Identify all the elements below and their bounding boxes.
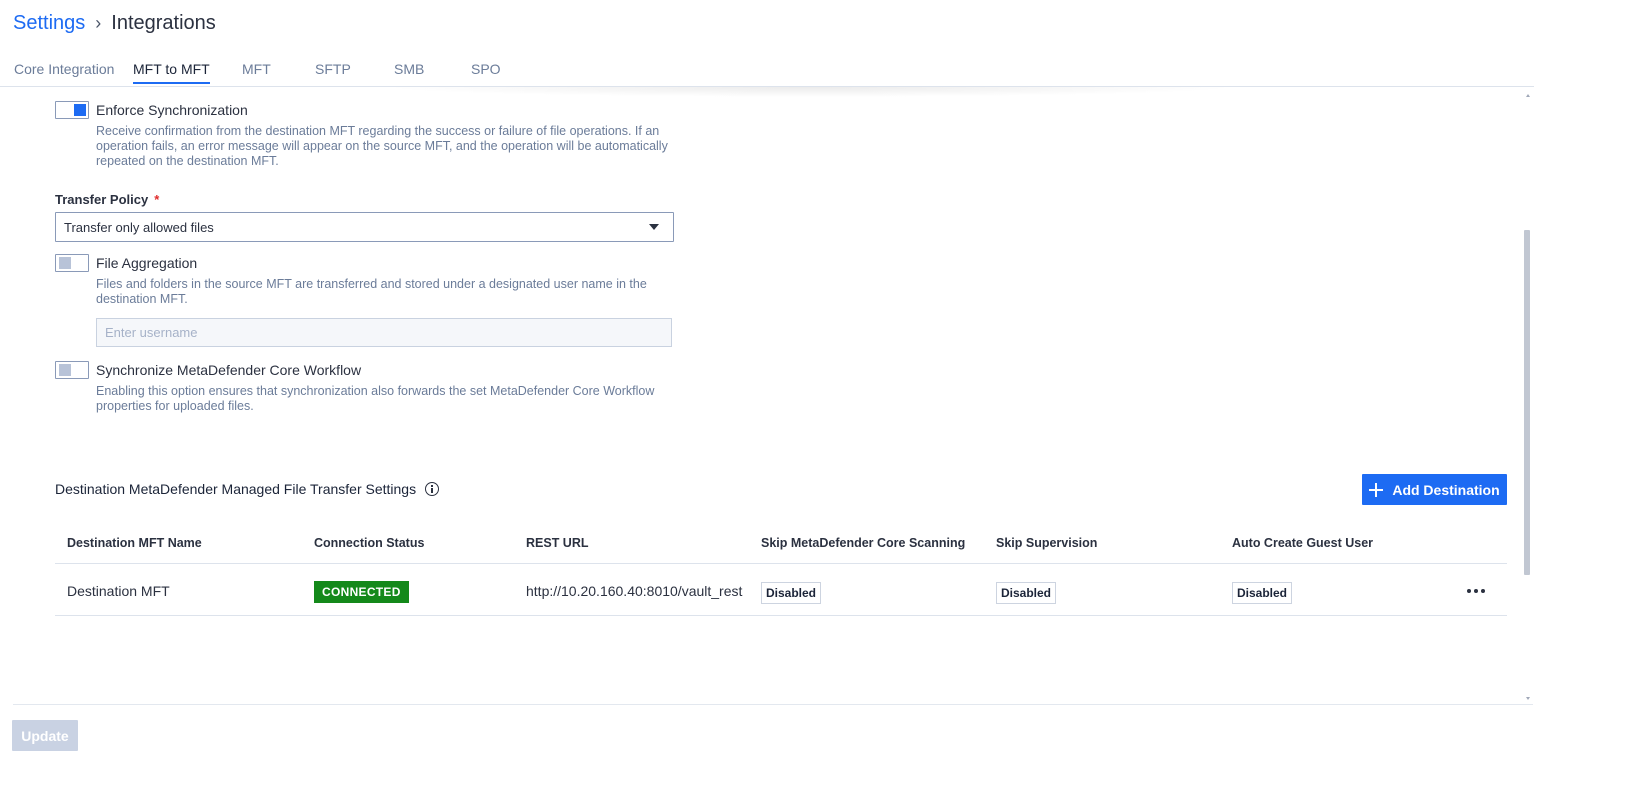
column-header-status: Connection Status <box>314 536 425 550</box>
tab-mft[interactable]: MFT <box>242 60 271 85</box>
tab-spo[interactable]: SPO <box>471 60 501 85</box>
file-aggregation-toggle[interactable] <box>55 254 89 272</box>
column-header-skip-supervision: Skip Supervision <box>996 536 1098 550</box>
scroll-down-icon[interactable] <box>1526 697 1530 700</box>
add-destination-button[interactable]: Add Destination <box>1362 474 1507 505</box>
destinations-title-text: Destination MetaDefender Managed File Tr… <box>55 481 417 497</box>
transfer-policy-label: Transfer Policy * <box>55 192 159 207</box>
transfer-policy-value: Transfer only allowed files <box>64 220 214 235</box>
column-header-name: Destination MFT Name <box>67 536 202 550</box>
tab-core-integration[interactable]: Core Integration <box>14 60 114 85</box>
tab-sftp[interactable]: SFTP <box>315 60 351 85</box>
destination-name: Destination MFT <box>67 583 170 599</box>
column-header-skip-core-scanning: Skip MetaDefender Core Scanning <box>761 536 966 550</box>
page-title: Integrations <box>111 12 216 34</box>
rest-url: http://10.20.160.40:8010/vault_rest <box>526 583 743 599</box>
transfer-policy-select[interactable]: Transfer only allowed files <box>55 212 674 242</box>
more-options-icon[interactable] <box>1467 589 1485 593</box>
info-icon[interactable] <box>425 482 440 496</box>
scrollbar[interactable] <box>1523 90 1533 702</box>
scroll-thumb[interactable] <box>1524 230 1530 575</box>
status-badge: CONNECTED <box>314 581 409 603</box>
table-header: Destination MFT Name Connection Status R… <box>55 528 1507 564</box>
toggle-knob <box>74 104 86 116</box>
chevron-right-icon: › <box>95 13 102 33</box>
toggle-knob <box>59 257 71 269</box>
column-header-rest-url: REST URL <box>526 536 589 550</box>
toggle-knob <box>59 364 71 376</box>
username-input[interactable] <box>96 318 672 347</box>
update-button[interactable]: Update <box>12 720 78 751</box>
tab-smb[interactable]: SMB <box>394 60 424 85</box>
breadcrumb: Settings › Integrations <box>13 12 216 35</box>
tab-bar: Core Integration MFT to MFT MFT SFTP SMB… <box>0 60 1534 87</box>
file-aggregation-description: Files and folders in the source MFT are … <box>96 277 647 306</box>
auto-create-guest-badge: Disabled <box>1232 582 1293 604</box>
add-destination-label: Add Destination <box>1392 481 1500 498</box>
footer-divider <box>13 704 1533 705</box>
plus-icon <box>1369 482 1384 497</box>
sync-workflow-title: Synchronize MetaDefender Core Workflow <box>96 362 362 378</box>
required-marker: * <box>154 192 160 207</box>
column-header-auto-create-guest: Auto Create Guest User <box>1232 536 1374 550</box>
destinations-section-title: Destination MetaDefender Managed File Tr… <box>55 481 440 497</box>
caret-down-icon <box>649 224 659 230</box>
enforce-sync-title: Enforce Synchronization <box>96 102 248 118</box>
table-row[interactable]: Destination MFT CONNECTED http://10.20.1… <box>55 564 1507 616</box>
scroll-shadow <box>380 87 1240 97</box>
enforce-sync-toggle[interactable] <box>55 101 89 119</box>
enforce-sync-description: Receive confirmation from the destinatio… <box>96 124 668 168</box>
scroll-up-icon[interactable] <box>1526 94 1530 97</box>
file-aggregation-title: File Aggregation <box>96 255 198 271</box>
sync-workflow-description: Enabling this option ensures that synchr… <box>96 384 655 413</box>
tab-mft-to-mft[interactable]: MFT to MFT <box>133 60 210 84</box>
skip-supervision-badge: Disabled <box>996 582 1057 604</box>
breadcrumb-settings-link[interactable]: Settings <box>13 12 85 35</box>
sync-workflow-toggle[interactable] <box>55 361 89 379</box>
skip-core-scanning-badge: Disabled <box>761 582 822 604</box>
transfer-policy-label-text: Transfer Policy <box>55 192 149 207</box>
destinations-table: Destination MFT Name Connection Status R… <box>55 528 1507 616</box>
